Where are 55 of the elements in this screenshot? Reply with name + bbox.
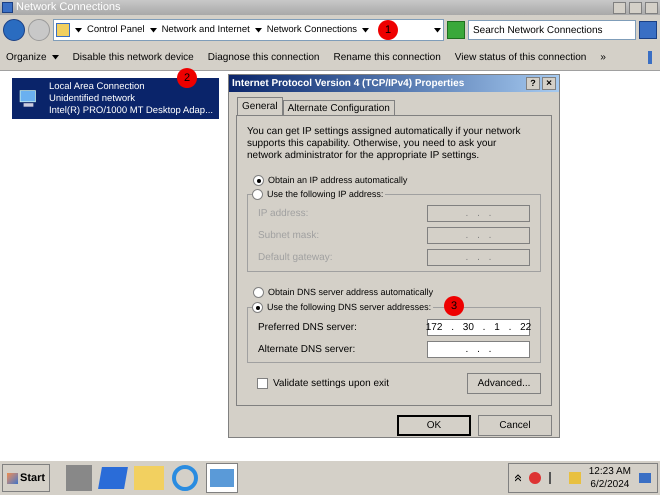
- radio-button[interactable]: [252, 302, 263, 314]
- breadcrumb-item[interactable]: Network Connections: [266, 22, 358, 38]
- clock-date: 6/2/2024: [590, 478, 630, 491]
- radio-label: Obtain an IP address automatically: [268, 174, 408, 187]
- checkbox-label: Validate settings upon exit: [273, 377, 390, 391]
- minimize-button[interactable]: [613, 2, 626, 14]
- radio-label: Use the following IP address:: [267, 188, 384, 201]
- intro-text: You can get IP settings assigned automatically if your network supports this capability. Otherwise, you need to ask your network administrator for the appropriate IP settings.: [247, 126, 522, 162]
- checkbox[interactable]: [257, 378, 268, 389]
- address-bar[interactable]: Control Panel Network and Internet Network Connections 1: [53, 19, 444, 41]
- start-button[interactable]: Start: [2, 464, 50, 492]
- caret-icon[interactable]: [150, 28, 157, 32]
- radio-button[interactable]: [253, 286, 264, 298]
- search-field[interactable]: Search Network Connections: [468, 20, 636, 40]
- toolbar-button[interactable]: Rename this connection: [334, 50, 441, 65]
- toolbar-button[interactable]: Diagnose this connection: [208, 50, 320, 65]
- ip-address-field[interactable]: 172 . 30 . 1 . 22: [427, 318, 530, 336]
- connection-status: Unidentified network: [48, 92, 136, 104]
- close-button[interactable]: ×: [542, 77, 556, 90]
- window-title: Network Connections: [16, 0, 122, 16]
- advanced-button[interactable]: Advanced...: [467, 373, 541, 394]
- field-label: Alternate DNS server:: [258, 342, 356, 356]
- radio-label: Obtain DNS server address automatically: [268, 286, 434, 299]
- radio-label: Use the following DNS server addresses:: [267, 301, 432, 314]
- caret-icon[interactable]: [52, 55, 59, 60]
- chevron-icon[interactable]: [514, 474, 521, 482]
- toolbar-button[interactable]: View status of this connection: [454, 50, 586, 65]
- refresh-button[interactable]: [447, 21, 465, 39]
- breadcrumb-item[interactable]: Control Panel: [87, 22, 145, 38]
- breadcrumb-item[interactable]: Network and Internet: [162, 22, 250, 38]
- ok-button[interactable]: OK: [397, 415, 471, 436]
- number-marker: 3: [444, 296, 464, 316]
- cancel-button[interactable]: Cancel: [478, 415, 552, 436]
- toolbar-button[interactable]: Disable this network device: [72, 50, 194, 65]
- back-button[interactable]: [3, 19, 25, 41]
- adapter-name: Intel(R) PRO/1000 MT Desktop Adap...: [48, 104, 213, 116]
- number-marker: 1: [378, 20, 398, 40]
- connection-name: Local Area Connection: [48, 80, 145, 92]
- caret-icon[interactable]: [75, 28, 82, 32]
- radio-button[interactable]: [252, 188, 263, 200]
- ip-address-field[interactable]: . . .: [427, 340, 530, 358]
- field-label: Preferred DNS server:: [258, 320, 357, 334]
- caret-icon[interactable]: [254, 28, 262, 32]
- dropdown-arrow-icon[interactable]: [434, 28, 441, 32]
- tab[interactable]: Alternate Configuration: [282, 100, 395, 115]
- tab[interactable]: General: [237, 97, 283, 115]
- toolbar-button[interactable]: »: [600, 50, 606, 65]
- help-button[interactable]: ?: [526, 77, 540, 90]
- close-button[interactable]: [645, 2, 658, 14]
- clock-time: 12:23 AM: [588, 465, 631, 478]
- caret-icon[interactable]: [362, 28, 370, 32]
- toolbar-button[interactable]: Organize: [6, 50, 47, 65]
- radio-button[interactable]: [253, 175, 264, 186]
- dialog-title: Internet Protocol Version 4 (TCP/IPv4) Properties: [232, 77, 466, 91]
- restore-button[interactable]: [629, 2, 642, 14]
